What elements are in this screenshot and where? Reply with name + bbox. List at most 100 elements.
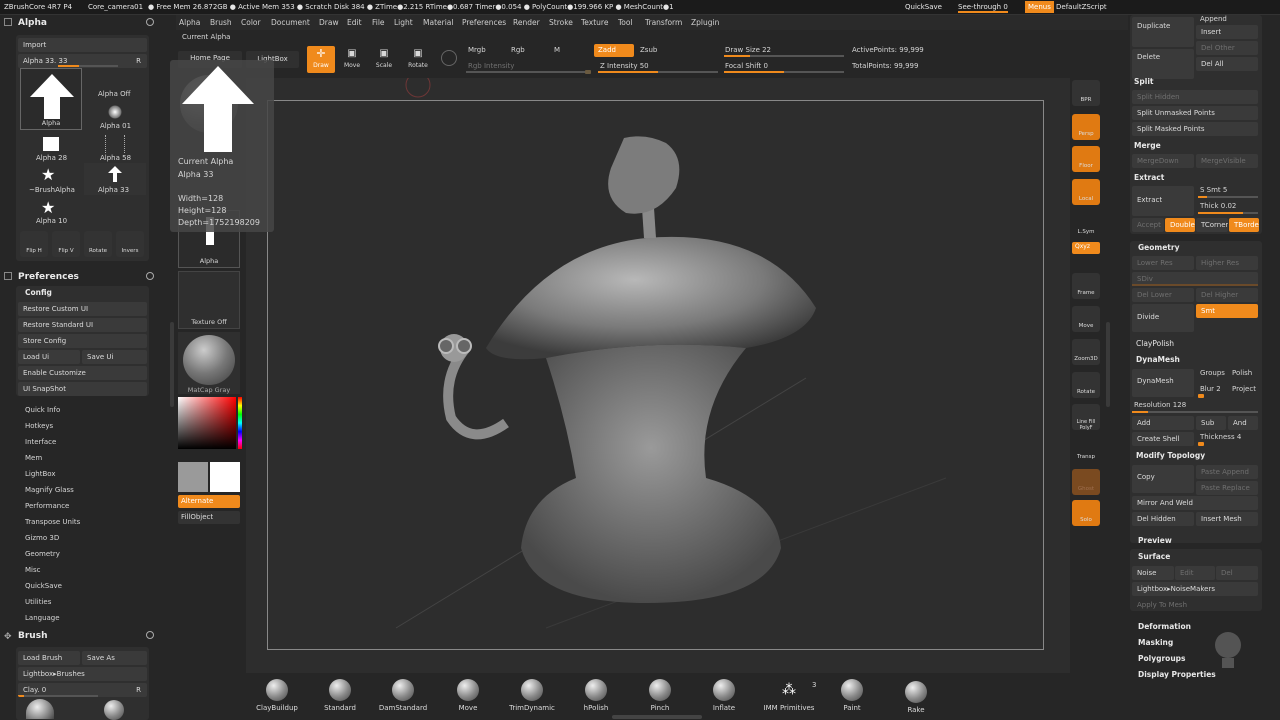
rotate-alpha-button[interactable]: Rotate	[84, 231, 112, 257]
dynamesh-section[interactable]: DynaMesh	[1136, 355, 1180, 364]
menu-tool[interactable]: Tool	[618, 18, 633, 27]
draw-mode-button[interactable]: ✛ Draw	[307, 46, 335, 73]
deformation-section[interactable]: Deformation	[1138, 622, 1191, 631]
alpha-off-button[interactable]: Alpha Off	[98, 90, 130, 98]
restore-custom-ui-button[interactable]: Restore Custom UI	[18, 302, 147, 316]
floor-button[interactable]: Floor	[1072, 146, 1100, 172]
brush-shelf-scrollbar[interactable]	[612, 715, 702, 719]
split-unmasked-button[interactable]: Split Unmasked Points	[1132, 106, 1258, 120]
extract-button[interactable]: Extract	[1132, 186, 1194, 216]
mrgb-button[interactable]: Mrgb	[468, 46, 486, 54]
menu-edit[interactable]: Edit	[347, 18, 362, 27]
project-button[interactable]: Project	[1232, 385, 1256, 393]
lower-res-button[interactable]: Lower Res	[1132, 256, 1194, 270]
enable-customize-button[interactable]: Enable Customize	[18, 366, 147, 380]
noise-button[interactable]: Noise	[1132, 566, 1174, 580]
refresh-icon[interactable]	[146, 272, 154, 280]
dynamesh-button[interactable]: DynaMesh	[1132, 369, 1194, 397]
canvas-area[interactable]	[246, 78, 1070, 673]
config-section[interactable]: Config	[25, 288, 52, 297]
menu-color[interactable]: Color	[241, 18, 261, 27]
rotate-view-button[interactable]: Rotate	[1072, 372, 1100, 398]
frame-button[interactable]: Frame	[1072, 273, 1100, 299]
pref-transpose-units[interactable]: Transpose Units	[25, 518, 80, 526]
thick-slider[interactable]: Thick 0.02	[1200, 202, 1236, 210]
menu-texture[interactable]: Texture	[581, 18, 608, 27]
display-properties-section[interactable]: Display Properties	[1138, 670, 1216, 679]
ghost-button[interactable]: Ghost	[1072, 469, 1100, 495]
split-masked-button[interactable]: Split Masked Points	[1132, 122, 1258, 136]
paste-append-button[interactable]: Paste Append	[1196, 465, 1258, 479]
alpha-58-thumb[interactable]	[105, 135, 125, 153]
texture-shelf-thumb[interactable]: Texture Off	[178, 271, 240, 329]
color-picker[interactable]	[178, 397, 236, 449]
zoom3d-button[interactable]: Zoom3D	[1072, 339, 1100, 365]
move-view-button[interactable]: Move	[1072, 306, 1100, 332]
menu-stroke[interactable]: Stroke	[549, 18, 573, 27]
rgb-intensity-slider[interactable]: Rgb Intensity	[468, 62, 514, 70]
insert-button[interactable]: Insert	[1196, 25, 1258, 39]
pref-geometry[interactable]: Geometry	[25, 550, 60, 558]
default-zscript-button[interactable]: DefaultZScript	[1056, 3, 1107, 11]
panel-grip-icon[interactable]	[4, 18, 12, 26]
zsub-button[interactable]: Zsub	[640, 46, 657, 54]
fillobject-button[interactable]: FillObject	[178, 511, 240, 524]
brush-pinch[interactable]: Pinch	[640, 679, 680, 712]
pref-lightbox[interactable]: LightBox	[25, 470, 55, 478]
masking-section[interactable]: Masking	[1138, 638, 1173, 647]
import-button[interactable]: Import	[18, 38, 147, 52]
blur-slider[interactable]: Blur 2	[1200, 385, 1221, 393]
thickness-knob[interactable]	[1198, 442, 1204, 446]
pref-quick-info[interactable]: Quick Info	[25, 406, 60, 414]
pref-mem[interactable]: Mem	[25, 454, 42, 462]
menu-draw[interactable]: Draw	[319, 18, 339, 27]
del-other-button[interactable]: Del Other	[1196, 41, 1258, 55]
sdiv-track[interactable]	[1132, 284, 1258, 286]
brush-hpolish[interactable]: hPolish	[576, 679, 616, 712]
quicksave-button[interactable]: QuickSave	[905, 3, 942, 11]
s-smt-slider[interactable]: S Smt 5	[1200, 186, 1227, 194]
brush-move[interactable]: Move	[448, 679, 488, 712]
accept-button[interactable]: Accept	[1132, 218, 1164, 232]
menu-preferences[interactable]: Preferences	[462, 18, 506, 27]
alpha-slider[interactable]: Alpha 33. 33 R	[18, 54, 147, 68]
menu-file[interactable]: File	[372, 18, 385, 27]
mirror-weld-button[interactable]: Mirror And Weld	[1132, 496, 1258, 510]
del-hidden-button[interactable]: Del Hidden	[1132, 512, 1194, 526]
alpha-panel-title[interactable]: Alpha	[18, 18, 47, 28]
material-shelf-thumb[interactable]: MatCap Gray	[178, 332, 240, 394]
append-button[interactable]: Append	[1200, 15, 1227, 23]
tcorner-button[interactable]: TCorner	[1196, 218, 1228, 232]
z-intensity-track[interactable]	[598, 71, 718, 73]
pref-gizmo-3d[interactable]: Gizmo 3D	[25, 534, 59, 542]
save-ui-button[interactable]: Save Ui	[82, 350, 147, 364]
del-lower-button[interactable]: Del Lower	[1132, 288, 1194, 302]
resolution-track[interactable]	[1132, 411, 1258, 413]
panel-grip-icon[interactable]	[4, 272, 12, 280]
menus-button[interactable]: Menus	[1025, 1, 1054, 13]
alternate-button[interactable]: Alternate	[178, 495, 240, 508]
surface-section[interactable]: Surface	[1138, 552, 1170, 561]
tborder-button[interactable]: TBorder	[1229, 218, 1259, 232]
brush-slider[interactable]: Clay. 0 R	[18, 683, 147, 697]
refresh-icon[interactable]	[146, 631, 154, 639]
move-icon[interactable]: ✥	[4, 632, 12, 642]
smt-button[interactable]: Smt	[1196, 304, 1258, 318]
alpha-thumb-current[interactable]: Alpha	[20, 68, 82, 130]
del-all-button[interactable]: Del All	[1196, 57, 1258, 71]
menu-render[interactable]: Render	[513, 18, 540, 27]
merge-visible-button[interactable]: MergeVisible	[1196, 154, 1258, 168]
qxyz-button[interactable]: Qxyz	[1072, 242, 1100, 254]
preview-section[interactable]: Preview	[1138, 536, 1172, 545]
pref-misc[interactable]: Misc	[25, 566, 40, 574]
del-higher-button[interactable]: Del Higher	[1196, 288, 1258, 302]
menu-material[interactable]: Material	[423, 18, 453, 27]
load-brush-button[interactable]: Load Brush	[18, 651, 80, 665]
local-button[interactable]: Local	[1072, 179, 1100, 205]
draw-size-track[interactable]	[724, 55, 844, 57]
split-hidden-button[interactable]: Split Hidden	[1132, 90, 1258, 104]
move-mode-button[interactable]: ▣ Move	[340, 46, 364, 73]
focal-shift-track[interactable]	[724, 71, 844, 73]
brush-trimdynamic[interactable]: TrimDynamic	[506, 679, 558, 712]
brush-standard[interactable]: Standard	[320, 679, 360, 712]
